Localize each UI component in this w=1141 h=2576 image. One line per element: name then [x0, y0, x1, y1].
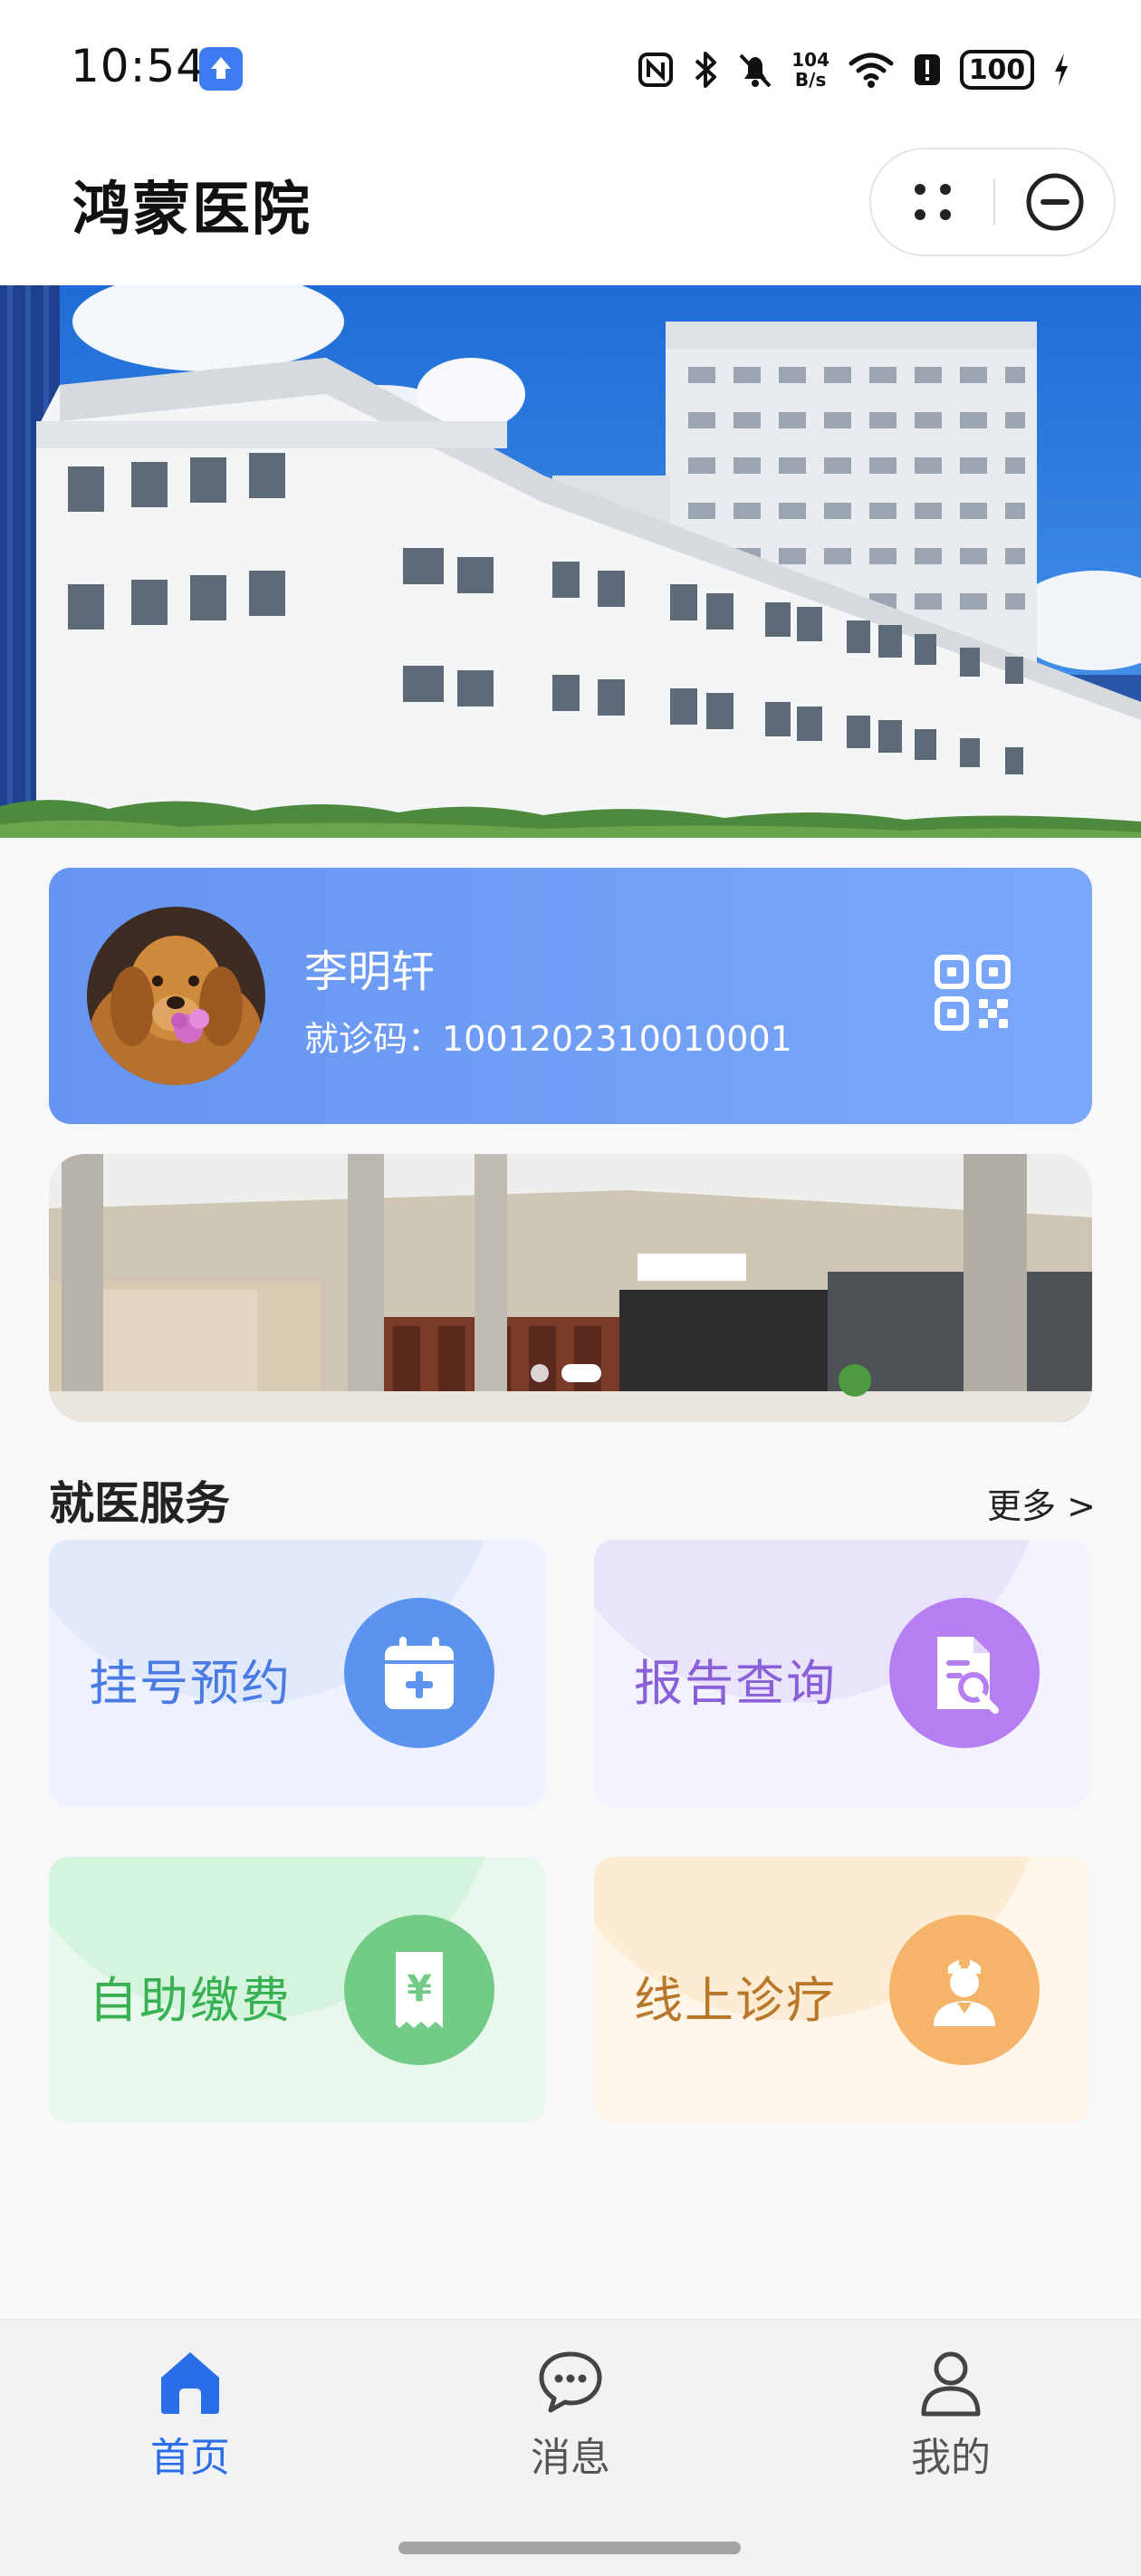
- bluetooth-icon: [695, 52, 717, 88]
- status-bar: 10:54 104 B/s 100: [0, 0, 1141, 136]
- mini-program-capsule: [869, 148, 1116, 256]
- service-report-query[interactable]: 报告查询: [594, 1540, 1090, 1806]
- more-dots-icon: [915, 184, 951, 220]
- title-bar: 鸿蒙医院: [0, 136, 1141, 285]
- service-appointment[interactable]: 挂号预约: [49, 1540, 545, 1806]
- status-time: 10:54: [71, 40, 206, 92]
- page-title: 鸿蒙医院: [72, 177, 312, 244]
- service-online-consultation[interactable]: 线上诊疗: [594, 1857, 1090, 2123]
- avatar-image: [87, 907, 265, 1085]
- tab-mine[interactable]: 我的: [842, 2347, 1060, 2483]
- tab-label: 消息: [531, 2435, 610, 2481]
- home-icon: [161, 2352, 219, 2414]
- patient-card[interactable]: 李明轩 就诊码：1001202310010001: [49, 868, 1092, 1124]
- mute-icon: [739, 53, 772, 88]
- service-self-payment[interactable]: 自助缴费 ¥: [49, 1857, 545, 2123]
- patient-visit-code: 就诊码：1001202310010001: [304, 1019, 792, 1059]
- tab-home[interactable]: 首页: [82, 2347, 299, 2483]
- net-speed-value: 104: [791, 49, 829, 71]
- hospital-hero-image: [0, 285, 1141, 838]
- more-button[interactable]: [871, 149, 994, 255]
- tab-label: 我的: [911, 2435, 991, 2481]
- nfc-icon: [638, 53, 674, 87]
- qr-code-icon[interactable]: [935, 955, 1011, 1031]
- svg-text:¥: ¥: [407, 1968, 432, 2010]
- close-button[interactable]: [994, 149, 1116, 255]
- patient-name: 李明轩: [304, 947, 436, 997]
- user-icon: [921, 2351, 981, 2417]
- service-label: 挂号预约: [89, 1655, 292, 1712]
- service-label: 自助缴费: [89, 1972, 292, 2029]
- net-speed: 104 B/s: [791, 50, 829, 90]
- service-label: 线上诊疗: [634, 1972, 837, 2029]
- service-label: 报告查询: [634, 1655, 837, 1712]
- more-services-link[interactable]: 更多 >: [987, 1478, 1096, 1528]
- tab-label: 首页: [150, 2435, 230, 2481]
- message-icon: [539, 2351, 602, 2413]
- tab-messages[interactable]: 消息: [462, 2347, 679, 2483]
- lobby-banner-carousel[interactable]: [49, 1154, 1092, 1422]
- bottom-tab-bar: 首页 消息 我的: [0, 2319, 1141, 2576]
- doctor-icon: [889, 1915, 1040, 2065]
- carousel-dot-active[interactable]: [561, 1364, 601, 1382]
- status-icons: 104 B/s 100: [638, 45, 1070, 94]
- calendar-plus-icon: [344, 1598, 494, 1748]
- battery-icon: 100: [960, 50, 1034, 90]
- wifi-icon: [849, 53, 894, 88]
- payment-receipt-icon: ¥: [344, 1915, 494, 2065]
- section-title: 就医服务: [49, 1477, 230, 1530]
- close-circle-icon: [1026, 173, 1084, 231]
- alert-icon: [915, 54, 940, 85]
- net-speed-unit: B/s: [794, 69, 827, 91]
- home-indicator[interactable]: [398, 2542, 741, 2554]
- app-update-icon: [199, 47, 243, 91]
- carousel-dot[interactable]: [531, 1364, 549, 1382]
- charging-icon: [1055, 53, 1068, 86]
- report-search-icon: [889, 1598, 1040, 1748]
- battery-level: 100: [968, 53, 1026, 86]
- carousel-indicator: [531, 1364, 601, 1382]
